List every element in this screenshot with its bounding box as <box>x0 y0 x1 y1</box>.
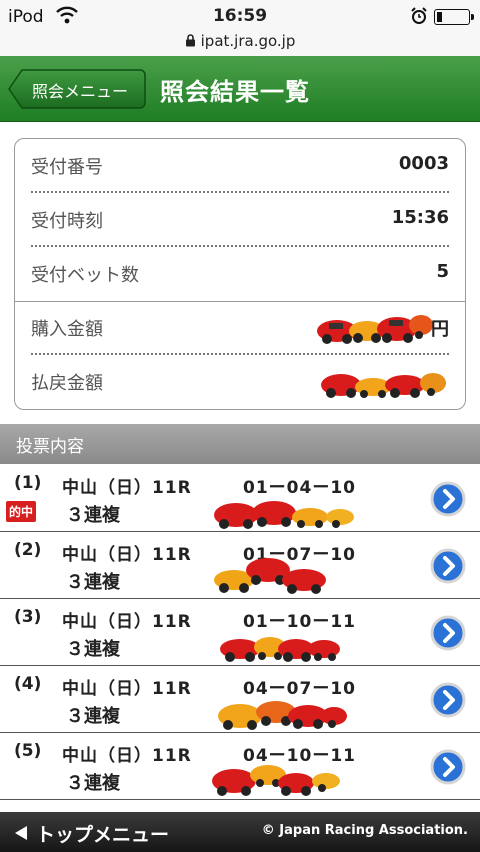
page-title: 照会結果一覧 <box>160 78 310 106</box>
vote-number: (3) <box>14 607 42 627</box>
vote-number: (1) <box>14 473 42 493</box>
vote-contents-header: 投票内容 <box>0 424 480 464</box>
top-menu-label: トップメニュー <box>36 824 170 846</box>
back-to-inquiry-menu-button[interactable]: 照会メニュー <box>8 69 146 109</box>
vote-number: (4) <box>14 674 42 694</box>
address-bar[interactable]: ipat.jra.go.jp <box>0 32 480 50</box>
purchase-amount-label: 購入金額 <box>31 319 103 340</box>
battery-icon <box>434 9 474 25</box>
bet-count-row: 受付ベット数 5 <box>31 247 449 301</box>
vote-row[interactable]: (5) 中山（日）11R 04ー10ー11 ３連複 <box>0 733 480 800</box>
top-menu-button[interactable]: トップメニュー <box>0 812 200 852</box>
cars-sticker-icon <box>212 765 340 796</box>
chevron-right-icon[interactable] <box>430 682 466 718</box>
vote-row[interactable]: (1) 中山（日）11R 01ー04ー10 的中 ３連複 <box>0 465 480 532</box>
vote-race: 中山（日）11R <box>62 679 192 699</box>
vote-bet-type: ３連複 <box>66 773 120 794</box>
cars-sticker-icon <box>220 637 340 662</box>
cars-sticker-icon <box>321 373 446 398</box>
payout-amount-label: 払戻金額 <box>31 373 103 394</box>
footer-bar: トップメニュー © Japan Racing Association. <box>0 812 480 852</box>
chevron-right-icon[interactable] <box>430 615 466 651</box>
vote-row[interactable]: (3) 中山（日）11R 01ー10ー11 ３連複 <box>0 599 480 666</box>
section-title: 投票内容 <box>16 437 84 457</box>
vote-number: (5) <box>14 741 42 761</box>
chevron-right-icon[interactable] <box>430 548 466 584</box>
back-button-label: 照会メニュー <box>32 82 129 101</box>
receipt-time-label: 受付時刻 <box>31 211 103 232</box>
triangle-left-icon <box>15 826 27 840</box>
vote-bet-type: ３連複 <box>66 505 120 526</box>
receipt-time-row: 受付時刻 15:36 <box>31 193 449 247</box>
alarm-icon <box>411 7 427 24</box>
copyright-text: © Japan Racing Association. <box>261 823 468 838</box>
vote-number: (2) <box>14 540 42 560</box>
vote-bet-type: ３連複 <box>66 572 120 593</box>
chevron-right-icon[interactable] <box>430 749 466 785</box>
payout-amount-row: 払戻金額 <box>31 355 449 409</box>
vote-race: 中山（日）11R <box>62 545 192 565</box>
cars-sticker-icon <box>317 315 433 344</box>
receipt-number-row: 受付番号 0003 <box>31 139 449 193</box>
vote-bet-type: ３連複 <box>66 639 120 660</box>
vote-race: 中山（日）11R <box>62 612 192 632</box>
status-bar: iPod 16:59 ipat.jra.go.jp <box>0 0 480 56</box>
url-text: ipat.jra.go.jp <box>200 32 296 50</box>
hit-badge: 的中 <box>6 501 37 522</box>
vote-bet-type: ３連複 <box>66 706 120 727</box>
vote-row[interactable]: (4) 中山（日）11R 04ー07ー10 ３連複 <box>0 666 480 733</box>
clock-time: 16:59 <box>212 6 268 26</box>
cars-sticker-icon <box>214 558 326 594</box>
vote-race: 中山（日）11R <box>62 746 192 766</box>
purchase-amount-row: 購入金額 円 <box>31 301 449 355</box>
lock-icon <box>185 34 195 47</box>
summary-card: 受付番号 0003 受付時刻 15:36 受付ベット数 5 購入金額 円 払戻金… <box>14 138 466 410</box>
purchase-amount-unit: 円 <box>431 319 449 340</box>
bet-count-value: 5 <box>436 261 449 282</box>
cars-sticker-icon <box>214 501 354 529</box>
chevron-right-icon[interactable] <box>430 481 466 517</box>
receipt-number-label: 受付番号 <box>31 157 103 178</box>
vote-row[interactable]: (2) 中山（日）11R 01ー07ー10 ３連複 <box>0 532 480 599</box>
cars-sticker-icon <box>218 701 347 730</box>
vote-race: 中山（日）11R <box>62 478 192 498</box>
page-header: 照会メニュー 照会結果一覧 <box>0 56 480 122</box>
bet-count-label: 受付ベット数 <box>31 265 139 286</box>
receipt-number-value: 0003 <box>398 153 449 174</box>
receipt-time-value: 15:36 <box>391 207 449 228</box>
